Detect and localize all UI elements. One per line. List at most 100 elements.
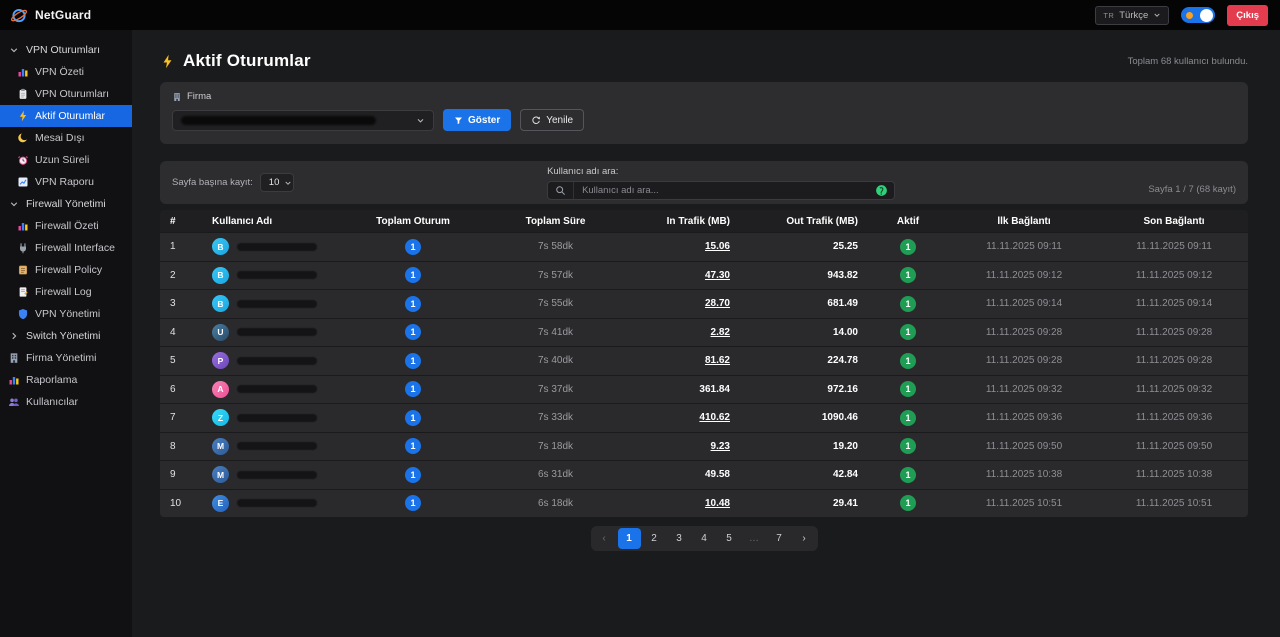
sidebar-item-firewall-interface[interactable]: Firewall Interface [0,237,132,259]
pagination-next[interactable]: › [793,528,816,549]
total-users-text: Toplam 68 kullanıcı bulundu. [1128,56,1248,67]
sidebar-item-mesai-d[interactable]: Mesai Dışı [0,127,132,149]
total-duration: 7s 40dk [483,355,628,366]
row-index: 9 [160,469,202,480]
active-count-badge: 1 [900,267,916,283]
user-cell: Z [202,409,343,426]
out-traffic-value: 681.49 [827,298,858,309]
refresh-button[interactable]: Yenile [520,109,584,131]
sidebar-item-firewall-policy[interactable]: Firewall Policy [0,259,132,281]
lightning-icon [160,54,175,69]
in-traffic-value[interactable]: 9.23 [711,441,730,452]
table-row: 6A17s 37dk361.84972.16111.11.2025 09:321… [160,375,1248,404]
sidebar-item-firewall-y-netimi[interactable]: Firewall Yönetimi [0,193,132,215]
show-button[interactable]: Göster [443,109,511,131]
active-count-badge: 1 [900,353,916,369]
total-duration: 7s 18dk [483,441,628,452]
in-traffic-value[interactable]: 2.82 [711,327,730,338]
last-connection: 11.11.2025 09:32 [1100,384,1248,395]
sidebar-item-firewall-log[interactable]: Firewall Log [0,281,132,303]
in-traffic-value[interactable]: 28.70 [705,298,730,309]
sidebar-item-switch-y-netimi[interactable]: Switch Yönetimi [0,325,132,347]
session-count-badge: 1 [405,353,421,369]
table-row: 3B17s 55dk28.70681.49111.11.2025 09:1411… [160,289,1248,318]
clipboard-icon [17,88,29,100]
session-count-badge: 1 [405,296,421,312]
password-manager-extension-icon[interactable] [875,184,888,197]
row-index: 1 [160,241,202,252]
theme-toggle[interactable] [1181,7,1215,23]
table-row: 5P17s 40dk81.62224.78111.11.2025 09:2811… [160,346,1248,375]
pagination-page-7[interactable]: 7 [768,528,791,549]
first-connection: 11.11.2025 09:12 [948,270,1100,281]
last-connection: 11.11.2025 10:51 [1100,498,1248,509]
chevron-down-icon [284,179,292,187]
in-traffic-value[interactable]: 15.06 [705,241,730,252]
search-input[interactable] [574,185,875,196]
user-cell: B [202,238,343,255]
pagination-page-2[interactable]: 2 [643,528,666,549]
session-count-badge: 1 [405,438,421,454]
memo-icon [17,286,29,298]
active-count-badge: 1 [900,410,916,426]
first-connection: 11.11.2025 09:28 [948,355,1100,366]
total-duration: 7s 37dk [483,384,628,395]
sidebar-item-aktif-oturumlar[interactable]: Aktif Oturumlar [0,105,132,127]
sidebar-item-vpn-oturumlar[interactable]: VPN Oturumları [0,39,132,61]
sidebar-item-raporlama[interactable]: Raporlama [0,369,132,391]
avatar: U [212,324,229,341]
scroll-icon [17,264,29,276]
avatar: B [212,267,229,284]
session-count-badge: 1 [405,267,421,283]
sidebar-item-uzun-s-reli[interactable]: Uzun Süreli [0,149,132,171]
first-connection: 11.11.2025 09:50 [948,441,1100,452]
first-connection: 11.11.2025 10:38 [948,469,1100,480]
in-traffic-value[interactable]: 81.62 [705,355,730,366]
total-duration: 6s 31dk [483,469,628,480]
in-traffic-value: 49.58 [705,469,730,480]
sidebar-item-kullan-c-lar[interactable]: Kullanıcılar [0,391,132,413]
search-icon [548,182,574,199]
username-redacted [237,471,317,479]
username-redacted [237,499,317,507]
user-cell: P [202,352,343,369]
out-traffic-value: 42.84 [833,469,858,480]
table-row: 7Z17s 33dk410.621090.46111.11.2025 09:36… [160,403,1248,432]
chevron-down-icon [8,44,20,56]
pagination-page-1[interactable]: 1 [618,528,641,549]
per-page-select[interactable]: 10 [260,173,294,192]
out-traffic-value: 224.78 [827,355,858,366]
row-index: 2 [160,270,202,281]
first-connection: 11.11.2025 09:32 [948,384,1100,395]
pagination-prev[interactable]: ‹ [593,528,616,549]
pagination-ellipsis: … [743,528,766,549]
session-count-badge: 1 [405,467,421,483]
total-duration: 6s 18dk [483,498,628,509]
sidebar-item-firewall-zeti[interactable]: Firewall Özeti [0,215,132,237]
language-select[interactable]: TR Türkçe [1095,6,1169,25]
sidebar-item-vpn-oturumlar[interactable]: VPN Oturumları [0,83,132,105]
sidebar-item-vpn-raporu[interactable]: VPN Raporu [0,171,132,193]
out-traffic-value: 972.16 [827,384,858,395]
in-traffic-value[interactable]: 47.30 [705,270,730,281]
table-toolbar: Sayfa başına kayıt: 10 Kullanıcı adı ara… [160,161,1248,204]
sidebar-item-vpn-y-netimi[interactable]: VPN Yönetimi [0,303,132,325]
sidebar-item-firma-y-netimi[interactable]: Firma Yönetimi [0,347,132,369]
username-redacted [237,357,317,365]
building-icon [172,92,182,102]
in-traffic-value[interactable]: 410.62 [699,412,730,423]
pagination: ‹12345…7› [160,526,1248,551]
firma-select[interactable] [172,110,434,131]
in-traffic-value[interactable]: 10.48 [705,498,730,509]
logout-button[interactable]: Çıkış [1227,5,1268,26]
sidebar-item-vpn-zeti[interactable]: VPN Özeti [0,61,132,83]
bar-chart-icon [17,220,29,232]
topbar: NetGuard TR Türkçe Çıkış [0,0,1280,30]
sessions-table: #Kullanıcı AdıToplam OturumToplam SüreIn… [160,210,1248,517]
user-cell: B [202,267,343,284]
chevron-right-icon [8,330,20,342]
column-header-out-trafik-mb: Out Trafik (MB) [740,216,868,227]
pagination-page-3[interactable]: 3 [668,528,691,549]
pagination-page-4[interactable]: 4 [693,528,716,549]
pagination-page-5[interactable]: 5 [718,528,741,549]
